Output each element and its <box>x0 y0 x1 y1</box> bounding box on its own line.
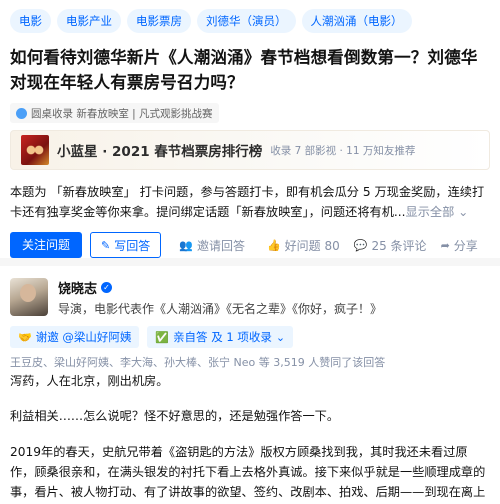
invite-user-icon: 👥 <box>179 238 193 252</box>
topic-tag[interactable]: 电影 <box>10 9 51 33</box>
share-button[interactable]: ➦ 分享 <box>441 237 478 254</box>
answer-paragraph: 泻药，人在北京，刚出机房。 <box>10 374 169 388</box>
author-name-row: 饶晓志 ✓ <box>58 278 382 297</box>
handshake-icon: 🤝 <box>18 330 32 344</box>
self-answered-label: 亲自答 及 1 项收录 <box>173 330 272 344</box>
share-arrow-icon: ➦ <box>440 238 450 252</box>
topic-tag[interactable]: 电影票房 <box>127 9 191 33</box>
author-name[interactable]: 饶晓志 <box>58 278 97 297</box>
thanks-invite-tag[interactable]: 🤝 谢邀 @梁山好阿姨 <box>10 326 140 348</box>
chevron-down-icon: ⌄ <box>275 330 286 344</box>
roundtable-icon <box>16 107 27 119</box>
check-circle-icon: ✅ <box>155 330 170 344</box>
good-question-label: 好问题 80 <box>284 238 340 253</box>
answer-tags: 🤝 谢邀 @梁山好阿姨 ✅ 亲自答 及 1 项收录 ⌄ <box>10 326 490 348</box>
movie-poster-thumbnail <box>21 135 49 165</box>
thanks-label: 谢邀 @梁山好阿姨 <box>35 330 132 344</box>
invite-answer-button[interactable]: 👥 邀请回答 <box>179 237 245 254</box>
question-description: 本题为 「新春放映室」 打卡问题，参与答题打卡，即有机会瓜分 5 万现金奖励，连… <box>10 182 490 222</box>
author-bio: 导演，电影代表作《人潮汹涌》《无名之辈》《你好，疯子！》 <box>58 301 383 316</box>
self-answered-tag[interactable]: ✅ 亲自答 及 1 项收录 ⌄ <box>147 326 294 348</box>
comments-label: 25 条评论 <box>371 238 427 253</box>
share-label: 分享 <box>453 238 478 253</box>
invite-label: 邀请回答 <box>196 238 245 253</box>
box-office-ranking-banner[interactable]: 小蓝星 · 2021 春节档票房排行榜 收录 7 部影视 · 11 万知友推荐 <box>10 130 490 170</box>
topic-tag[interactable]: 电影产业 <box>57 9 121 33</box>
ranking-meta: 收录 7 部影视 · 11 万知友推荐 <box>270 144 416 157</box>
verified-badge-icon: ✓ <box>101 281 113 293</box>
comment-bubble-icon: 💬 <box>353 238 368 252</box>
comments-button[interactable]: 💬 25 条评论 <box>354 237 427 254</box>
topic-list: 电影 电影产业 电影票房 刘德华（演员） 人潮汹涌（电影） <box>10 0 490 35</box>
follow-question-button[interactable]: 关注问题 <box>10 232 83 258</box>
agree-summary[interactable]: 王豆皮、梁山好阿姨、李大海、孙大棒、张宁 Neo 等 3,519 人赞同了该回答 <box>10 354 490 370</box>
roundtable-collected-badge[interactable]: 圆桌收录 新春放映室 | 凡式观影挑战赛 <box>10 103 219 123</box>
topic-tag[interactable]: 刘德华（演员） <box>197 9 296 33</box>
author-info: 饶晓志 ✓ 导演，电影代表作《人潮汹涌》《无名之辈》《你好，疯子！》 <box>10 276 490 318</box>
show-all-link[interactable]: 显示全部 ⌄ <box>406 205 469 219</box>
good-question-button[interactable]: 👍 好问题 80 <box>267 237 340 254</box>
question-actions: 关注问题 ✎ 写回答 👥 邀请回答 👍 好问题 80 💬 25 条评论 ➦ 分享 <box>10 232 490 258</box>
question-card: 电影 电影产业 电影票房 刘德华（演员） 人潮汹涌（电影） 如何看待刘德华新片《… <box>0 0 500 258</box>
question-title[interactable]: 如何看待刘德华新片《人潮汹涌》春节档想看倒数第一？刘德华对现在年轻人有票房号召力… <box>10 45 490 95</box>
avatar[interactable] <box>10 278 48 316</box>
answer-card: 饶晓志 ✓ 导演，电影代表作《人潮汹涌》《无名之辈》《你好，疯子！》 🤝 谢邀 … <box>0 266 500 504</box>
write-answer-button[interactable]: ✎ 写回答 <box>90 232 162 258</box>
pencil-icon: ✎ <box>101 238 111 252</box>
show-all-label: 显示全部 <box>405 205 455 219</box>
answer-paragraph: 利益相关……怎么说呢？怪不好意思的，还是勉强作答一下。 <box>10 409 340 423</box>
thumbs-up-icon: 👍 <box>266 238 281 252</box>
answer-paragraph: 2019年的春天，史航兄带着《盗钥匙的方法》版权方顾桑找到我，其时我还未看过原作… <box>10 445 486 499</box>
write-answer-label: 写回答 <box>114 238 151 253</box>
ranking-title: 小蓝星 · 2021 春节档票房排行榜 <box>57 144 263 160</box>
collected-label: 圆桌收录 新春放映室 | 凡式观影挑战赛 <box>31 107 213 120</box>
topic-tag[interactable]: 人潮汹涌（电影） <box>301 9 412 33</box>
